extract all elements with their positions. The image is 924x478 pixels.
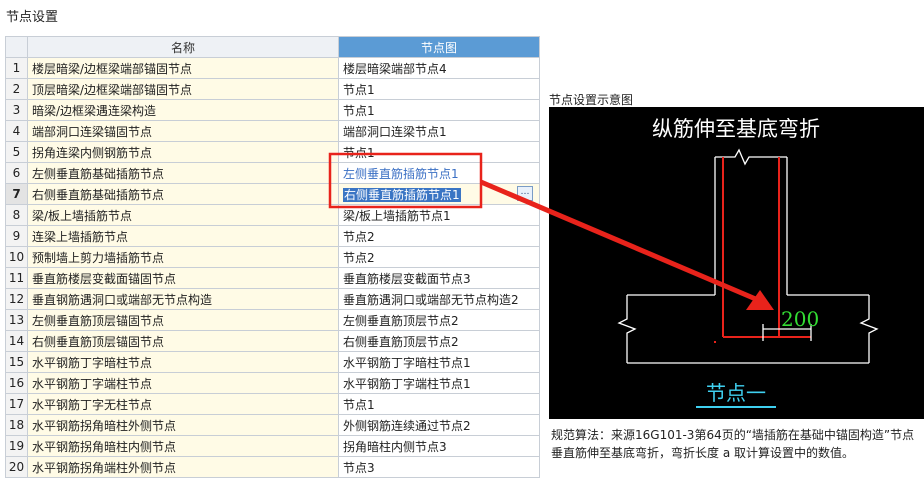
row-number[interactable]: 5	[5, 141, 28, 163]
row-number[interactable]: 13	[5, 309, 28, 331]
table-row[interactable]: 6 左侧垂直筋基础插筋节点 左侧垂直筋插筋节点1	[5, 162, 540, 184]
table-row[interactable]: 2 顶层暗梁/边框梁端部锚固节点 节点1	[5, 78, 540, 100]
row-name-cell[interactable]: 端部洞口连梁锚固节点	[27, 120, 339, 142]
description-line-2: 垂直筋伸至基底弯折，弯折长度 a 取计算设置中的数值。	[551, 446, 854, 460]
row-value-cell[interactable]: 节点1	[338, 99, 540, 121]
table-row[interactable]: 3 暗梁/边框梁遇连梁构造 节点1	[5, 99, 540, 121]
column-header-name[interactable]: 名称	[27, 36, 339, 58]
table-row[interactable]: 14 右侧垂直筋顶层锚固节点 右侧垂直筋顶层节点2	[5, 330, 540, 352]
row-name-cell[interactable]: 右侧垂直筋顶层锚固节点	[27, 330, 339, 352]
row-number[interactable]: 19	[5, 435, 28, 457]
row-number[interactable]: 12	[5, 288, 28, 310]
row-number[interactable]: 4	[5, 120, 28, 142]
row-name-cell[interactable]: 左侧垂直筋顶层锚固节点	[27, 309, 339, 331]
corner-header	[5, 36, 28, 58]
row-name-cell[interactable]: 顶层暗梁/边框梁端部锚固节点	[27, 78, 339, 100]
row-name-cell[interactable]: 预制墙上剪力墙插筋节点	[27, 246, 339, 268]
row-name-cell[interactable]: 水平钢筋丁字端柱节点	[27, 372, 339, 394]
row-name-cell[interactable]: 水平钢筋丁字暗柱节点	[27, 351, 339, 373]
row-number[interactable]: 17	[5, 393, 28, 415]
row-value-cell[interactable]: 水平钢筋丁字暗柱节点1	[338, 351, 540, 373]
row-value-cell[interactable]: 外侧钢筋连续通过节点2	[338, 414, 540, 436]
row-value-cell[interactable]: 左侧垂直筋顶层节点2	[338, 309, 540, 331]
table-row[interactable]: 13 左侧垂直筋顶层锚固节点 左侧垂直筋顶层节点2	[5, 309, 540, 331]
diagram-caption: 节点一	[706, 381, 766, 405]
row-name-cell[interactable]: 水平钢筋丁字无柱节点	[27, 393, 339, 415]
row-value-cell[interactable]: 拐角暗柱内侧节点3	[338, 435, 540, 457]
table-row[interactable]: 7 右侧垂直筋基础插筋节点 右侧垂直筋插筋节点1 …	[5, 183, 540, 205]
row-name-cell[interactable]: 水平钢筋拐角端柱外侧节点	[27, 456, 339, 478]
row-value-cell[interactable]: 节点3	[338, 456, 540, 478]
row-value-cell[interactable]: 节点1	[338, 141, 540, 163]
preview-label: 节点设置示意图	[549, 93, 634, 107]
diagram-heading: 纵筋伸至基底弯折	[652, 117, 820, 141]
row-number[interactable]: 9	[5, 225, 28, 247]
algorithm-description: 规范算法：来源16G101-3第64页的“墙插筋在基础中锚固构造”节点 垂直筋伸…	[551, 426, 924, 462]
table-row[interactable]: 9 连梁上墙插筋节点 节点2	[5, 225, 540, 247]
row-number[interactable]: 15	[5, 351, 28, 373]
row-name-cell[interactable]: 左侧垂直筋基础插筋节点	[27, 162, 339, 184]
row-name-cell[interactable]: 梁/板上墙插筋节点	[27, 204, 339, 226]
table-row[interactable]: 12 垂直钢筋遇洞口或端部无节点构造 垂直筋遇洞口或端部无节点构造2	[5, 288, 540, 310]
table-row[interactable]: 20 水平钢筋拐角端柱外侧节点 节点3	[5, 456, 540, 478]
page-title: 节点设置	[6, 10, 59, 25]
row-number[interactable]: 3	[5, 99, 28, 121]
row-number[interactable]: 7	[5, 183, 28, 205]
table-row[interactable]: 4 端部洞口连梁锚固节点 端部洞口连梁节点1	[5, 120, 540, 142]
row-value-cell[interactable]: 垂直筋楼层变截面节点3	[338, 267, 540, 289]
row-number[interactable]: 14	[5, 330, 28, 352]
wall-outline	[617, 148, 879, 364]
row-name-cell[interactable]: 垂直钢筋遇洞口或端部无节点构造	[27, 288, 339, 310]
row-number[interactable]: 16	[5, 372, 28, 394]
table-row[interactable]: 17 水平钢筋丁字无柱节点 节点1	[5, 393, 540, 415]
node-settings-table: 名称 节点图 1 楼层暗梁/边框梁端部锚固节点 楼层暗梁端部节点4 2 顶层暗梁/边框梁…	[5, 36, 540, 478]
table-row[interactable]: 8 梁/板上墙插筋节点 梁/板上墙插筋节点1	[5, 204, 540, 226]
row-value-cell[interactable]: 垂直筋遇洞口或端部无节点构造2	[338, 288, 540, 310]
table-row[interactable]: 15 水平钢筋丁字暗柱节点 水平钢筋丁字暗柱节点1	[5, 351, 540, 373]
table-row[interactable]: 19 水平钢筋拐角暗柱内侧节点 拐角暗柱内侧节点3	[5, 435, 540, 457]
row-name-cell[interactable]: 水平钢筋拐角暗柱外侧节点	[27, 414, 339, 436]
description-line-1: 规范算法：来源16G101-3第64页的“墙插筋在基础中锚固构造”节点	[551, 428, 915, 442]
row-number[interactable]: 1	[5, 57, 28, 79]
table-row[interactable]: 11 垂直筋楼层变截面锚固节点 垂直筋楼层变截面节点3	[5, 267, 540, 289]
row-number[interactable]: 18	[5, 414, 28, 436]
row-number[interactable]: 6	[5, 162, 28, 184]
row-name-cell[interactable]: 水平钢筋拐角暗柱内侧节点	[27, 435, 339, 457]
row-number[interactable]: 11	[5, 267, 28, 289]
column-header-value[interactable]: 节点图	[338, 36, 540, 58]
row-value-text: 左侧垂直筋插筋节点1	[343, 166, 459, 181]
row-name-cell[interactable]: 垂直筋楼层变截面锚固节点	[27, 267, 339, 289]
row-value-cell[interactable]: 水平钢筋丁字端柱节点1	[338, 372, 540, 394]
table-row[interactable]: 16 水平钢筋丁字端柱节点 水平钢筋丁字端柱节点1	[5, 372, 540, 394]
row-value-cell[interactable]: 左侧垂直筋插筋节点1	[338, 162, 540, 184]
table-row[interactable]: 1 楼层暗梁/边框梁端部锚固节点 楼层暗梁端部节点4	[5, 57, 540, 79]
row-value-cell[interactable]: 节点2	[338, 246, 540, 268]
row-name-cell[interactable]: 楼层暗梁/边框梁端部锚固节点	[27, 57, 339, 79]
row-value-cell[interactable]: 节点2	[338, 225, 540, 247]
row-number[interactable]: 10	[5, 246, 28, 268]
row-value-cell[interactable]: 节点1	[338, 78, 540, 100]
table-row[interactable]: 10 预制墙上剪力墙插筋节点 节点2	[5, 246, 540, 268]
row-name-cell[interactable]: 拐角连梁内侧钢筋节点	[27, 141, 339, 163]
row-name-cell[interactable]: 右侧垂直筋基础插筋节点	[27, 183, 339, 205]
node-diagram: 纵筋伸至基底弯折 200 节点一	[617, 117, 879, 408]
row-value-cell[interactable]: 端部洞口连梁节点1	[338, 120, 540, 142]
row-value-cell[interactable]: 右侧垂直筋插筋节点1 …	[338, 183, 540, 205]
row-value-cell[interactable]: 右侧垂直筋顶层节点2	[338, 330, 540, 352]
row-value-cell[interactable]: 梁/板上墙插筋节点1	[338, 204, 540, 226]
row-number[interactable]: 20	[5, 456, 28, 478]
node-preview-image: 纵筋伸至基底弯折 200 节点一	[549, 107, 924, 419]
selected-value-text[interactable]: 右侧垂直筋插筋节点1	[343, 187, 461, 202]
row-number[interactable]: 8	[5, 204, 28, 226]
ellipsis-button[interactable]: …	[517, 186, 533, 201]
row-value-cell[interactable]: 节点1	[338, 393, 540, 415]
row-name-cell[interactable]: 暗梁/边框梁遇连梁构造	[27, 99, 339, 121]
table-row[interactable]: 18 水平钢筋拐角暗柱外侧节点 外侧钢筋连续通过节点2	[5, 414, 540, 436]
table-row[interactable]: 5 拐角连梁内侧钢筋节点 节点1	[5, 141, 540, 163]
row-name-cell[interactable]: 连梁上墙插筋节点	[27, 225, 339, 247]
row-value-cell[interactable]: 楼层暗梁端部节点4	[338, 57, 540, 79]
row-number[interactable]: 2	[5, 78, 28, 100]
dimension-value: 200	[781, 307, 819, 331]
